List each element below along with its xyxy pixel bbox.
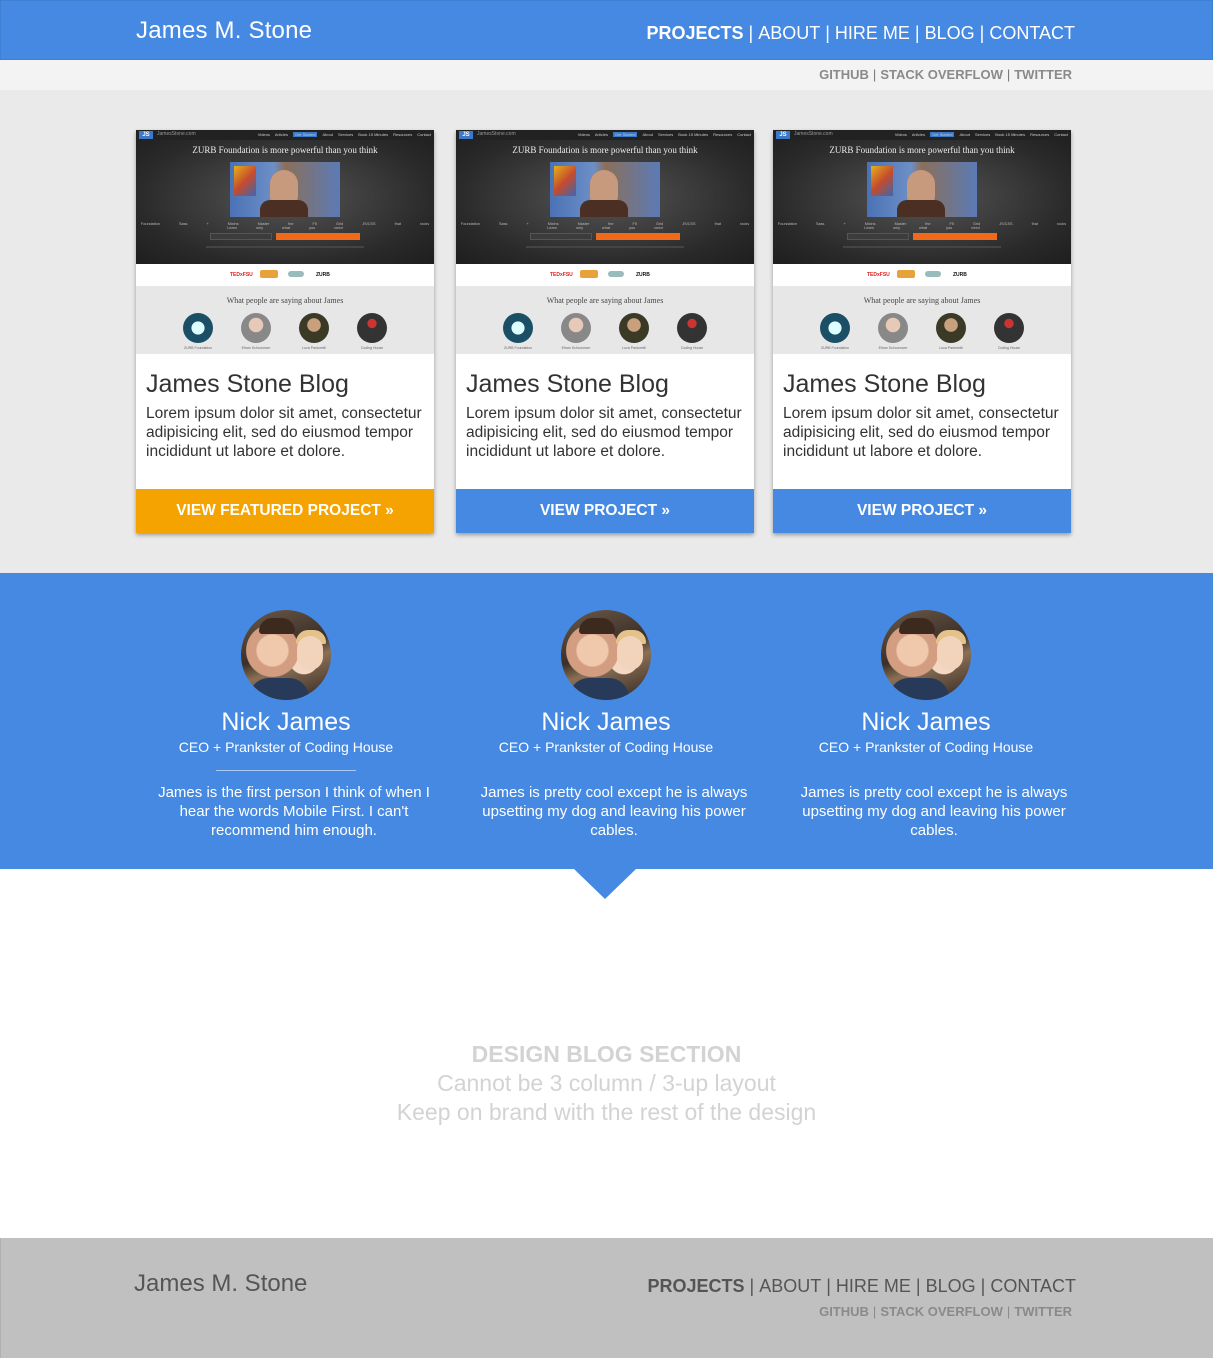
footer-social-stack-overflow[interactable]: STACK OVERFLOW bbox=[880, 1304, 1003, 1319]
social-twitter[interactable]: TWITTER bbox=[1014, 67, 1072, 82]
sponsor-logos: TEDxFSU ZURB bbox=[456, 264, 754, 286]
view-featured-project-button[interactable]: VIEW FEATURED PROJECT » bbox=[136, 489, 434, 533]
projects-section: JS JamesStone.com Videos Articles Get Star… bbox=[0, 90, 1213, 573]
testimonial-name: Nick James bbox=[541, 708, 671, 736]
divider bbox=[216, 770, 356, 771]
social-github[interactable]: GITHUB bbox=[819, 67, 869, 82]
blog-placeholder-title: DESIGN BLOG SECTION bbox=[471, 1041, 742, 1067]
project-description: Lorem ipsum dolor sit amet, consectetur … bbox=[466, 405, 742, 460]
email-button-preview bbox=[596, 233, 680, 240]
testimonial-name: Nick James bbox=[861, 708, 991, 736]
nav-hire-me[interactable]: HIRE ME bbox=[835, 23, 910, 43]
brand-logo[interactable]: James M. Stone bbox=[136, 17, 312, 45]
testimonial-quote: James is pretty cool except he is always… bbox=[480, 784, 748, 839]
video-thumbnail bbox=[230, 162, 340, 217]
project-screenshot[interactable]: JS JamesStone.com Videos Articles Get Star… bbox=[136, 130, 434, 354]
email-button-preview bbox=[913, 233, 997, 240]
nav-projects[interactable]: PROJECTS bbox=[646, 23, 743, 43]
project-title: James Stone Blog bbox=[466, 370, 669, 398]
testimonial-role: CEO + Prankster of Coding House bbox=[818, 739, 1034, 755]
project-card: JS JamesStone.com Videos Articles Get Star… bbox=[456, 130, 754, 533]
testimonial: Nick James CEO + Prankster of Coding Hou… bbox=[136, 573, 436, 869]
top-navbar: James M. Stone PROJECTS | ABOUT | HIRE ME | BL… bbox=[0, 0, 1213, 60]
view-project-button[interactable]: VIEW PROJECT » bbox=[773, 489, 1071, 533]
video-thumbnail bbox=[867, 162, 977, 217]
nav-contact[interactable]: CONTACT bbox=[989, 23, 1075, 43]
footer-nav-hire-me[interactable]: HIRE ME bbox=[836, 1276, 911, 1296]
testimonial-quote: James is pretty cool except he is always… bbox=[800, 784, 1068, 839]
email-input-preview bbox=[847, 233, 909, 240]
screenshot-testimonials: What people are saying about James ZURB … bbox=[456, 286, 754, 354]
project-description: Lorem ipsum dolor sit amet, consectetur … bbox=[783, 405, 1059, 460]
site-logo-icon: JS bbox=[139, 131, 153, 139]
avatar bbox=[881, 610, 971, 700]
project-screenshot[interactable]: JS JamesStone.com Videos Articles Get Star… bbox=[456, 130, 754, 354]
footer-social-twitter[interactable]: TWITTER bbox=[1014, 1304, 1072, 1319]
site-logo-icon: JS bbox=[776, 131, 790, 139]
avatar bbox=[561, 610, 651, 700]
blog-placeholder-note: Keep on brand with the rest of the desig… bbox=[396, 1099, 817, 1125]
section-pointer-icon bbox=[574, 869, 636, 899]
footer-social-github[interactable]: GITHUB bbox=[819, 1304, 869, 1319]
screenshot-testimonials: What people are saying about James ZURB … bbox=[773, 286, 1071, 354]
footer-nav-about[interactable]: ABOUT bbox=[759, 1276, 821, 1296]
testimonials-section: Nick James CEO + Prankster of Coding Hou… bbox=[0, 573, 1213, 869]
email-input-preview bbox=[530, 233, 592, 240]
footer-nav-projects[interactable]: PROJECTS bbox=[647, 1276, 744, 1296]
project-title: James Stone Blog bbox=[146, 370, 349, 398]
project-card: JS JamesStone.com Videos Articles Get Star… bbox=[136, 130, 434, 533]
footer-nav-contact[interactable]: CONTACT bbox=[990, 1276, 1076, 1296]
avatar bbox=[241, 610, 331, 700]
sponsor-logos: TEDxFSU ZURB bbox=[773, 264, 1071, 286]
footer-nav: PROJECTS | ABOUT | HIRE ME | BLOG | CONTACT bbox=[647, 1276, 1076, 1296]
testimonial-quote: James is the first person I think of whe… bbox=[158, 784, 430, 839]
video-thumbnail bbox=[550, 162, 660, 217]
blog-placeholder-note: Cannot be 3 column / 3-up layout bbox=[437, 1070, 776, 1096]
email-input-preview bbox=[210, 233, 272, 240]
nav-blog[interactable]: BLOG bbox=[925, 23, 975, 43]
email-button-preview bbox=[276, 233, 360, 240]
screenshot-testimonials: What people are saying about James ZURB … bbox=[136, 286, 434, 354]
project-screenshot[interactable]: JS JamesStone.com Videos Articles Get Star… bbox=[773, 130, 1071, 354]
social-stack-overflow[interactable]: STACK OVERFLOW bbox=[880, 67, 1003, 82]
testimonial-role: CEO + Prankster of Coding House bbox=[178, 739, 394, 755]
blog-placeholder: DESIGN BLOG SECTION Cannot be 3 column /… bbox=[0, 1040, 1213, 1127]
project-description: Lorem ipsum dolor sit amet, consectetur … bbox=[146, 405, 422, 460]
footer: James M. Stone PROJECTS | ABOUT | HIRE ME | BL… bbox=[0, 1238, 1213, 1358]
sponsor-logos: TEDxFSU ZURB bbox=[136, 264, 434, 286]
nav-about[interactable]: ABOUT bbox=[758, 23, 820, 43]
footer-brand[interactable]: James M. Stone bbox=[134, 1270, 307, 1298]
site-logo-icon: JS bbox=[459, 131, 473, 139]
testimonial-role: CEO + Prankster of Coding House bbox=[498, 739, 714, 755]
mini-menu: Videos Articles Get Started About Services Bo… bbox=[894, 132, 1068, 137]
project-title: James Stone Blog bbox=[783, 370, 986, 398]
screenshot-headline: ZURB Foundation is more powerful than yo… bbox=[192, 145, 378, 155]
social-bar: GITHUB | STACK OVERFLOW | TWITTER bbox=[0, 60, 1213, 90]
footer-nav-blog[interactable]: BLOG bbox=[926, 1276, 976, 1296]
mini-menu: Videos Articles Get Started About Services Bo… bbox=[577, 132, 751, 137]
testimonial-name: Nick James bbox=[221, 708, 351, 736]
testimonial: Nick James CEO + Prankster of Coding Hou… bbox=[776, 573, 1076, 869]
project-card: JS JamesStone.com Videos Articles Get Star… bbox=[773, 130, 1071, 533]
view-project-button[interactable]: VIEW PROJECT » bbox=[456, 489, 754, 533]
main-nav: PROJECTS | ABOUT | HIRE ME | BLOG | CONTACT bbox=[646, 23, 1075, 43]
social-nav: GITHUB | STACK OVERFLOW | TWITTER bbox=[819, 67, 1072, 82]
footer-social-nav: GITHUB | STACK OVERFLOW | TWITTER bbox=[819, 1304, 1072, 1319]
mini-menu: Videos Articles Get Started About Services Bo… bbox=[257, 132, 431, 137]
screenshot-headline: ZURB Foundation is more powerful than yo… bbox=[512, 145, 698, 155]
testimonial: Nick James CEO + Prankster of Coding Hou… bbox=[456, 573, 756, 869]
screenshot-headline: ZURB Foundation is more powerful than yo… bbox=[829, 145, 1015, 155]
